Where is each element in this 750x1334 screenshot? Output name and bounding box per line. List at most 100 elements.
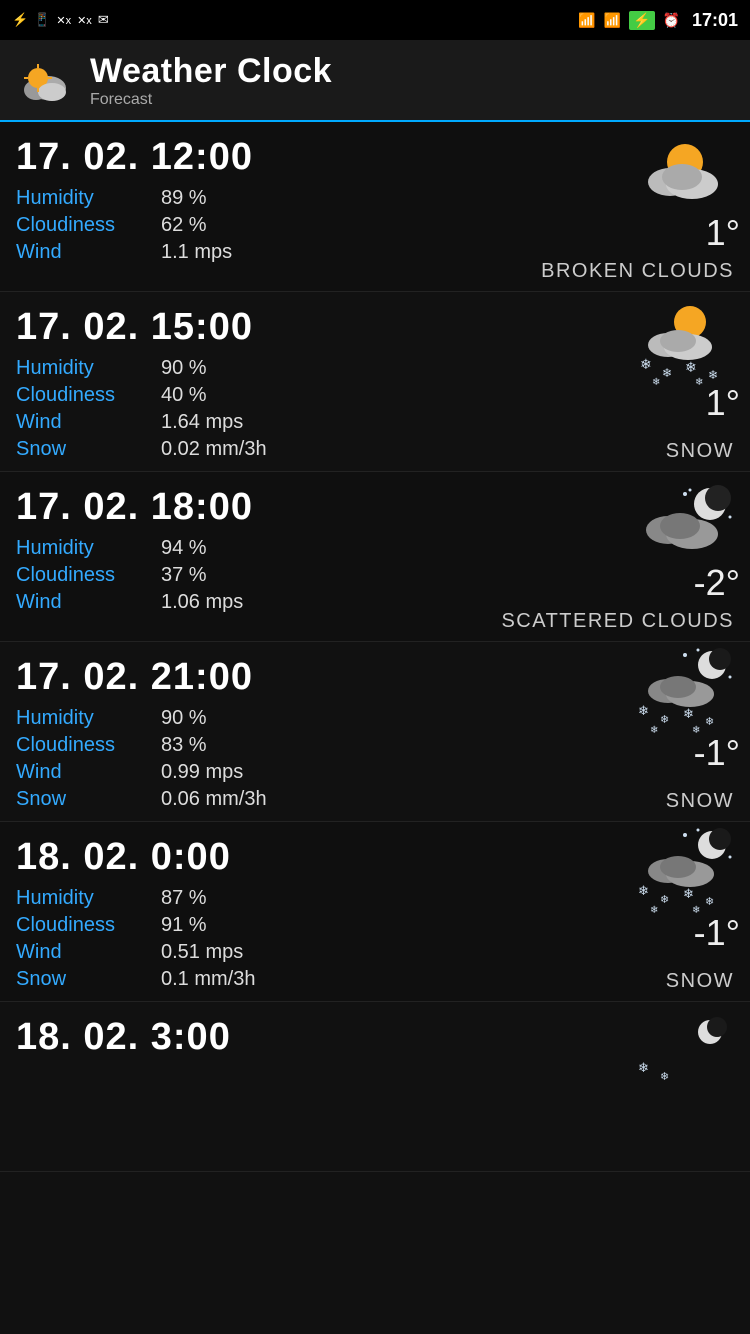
card-right: ❄ ❄ ❄ ❄ ❄ ❄ -1° xyxy=(630,832,740,954)
signal-x-icon-2: ✕x xyxy=(77,14,92,27)
snow-row: Snow 0.06 mm/3h xyxy=(16,788,734,811)
svg-text:❄: ❄ xyxy=(683,706,694,721)
wind-label: Wind xyxy=(16,411,161,434)
cloudiness-label: Cloudiness xyxy=(16,564,161,587)
signal-icon: 📶 xyxy=(604,12,621,29)
wind-row: Wind 0.51 mps xyxy=(16,941,734,964)
weather-description: SNOW xyxy=(666,790,734,813)
clock-time: 17:01 xyxy=(692,10,738,31)
snow-row: Snow 0.1 mm/3h xyxy=(16,968,734,991)
weather-icon: ❄ ❄ ❄ ❄ ❄ ❄ xyxy=(630,652,740,732)
card-right: ❄ ❄ xyxy=(630,1012,740,1092)
svg-text:❄: ❄ xyxy=(662,366,672,380)
cloudiness-value: 37 % xyxy=(161,564,207,587)
wind-value: 0.99 mps xyxy=(161,761,243,784)
wifi-icon: 📶 xyxy=(578,12,595,29)
weather-description: BROKEN CLOUDS xyxy=(541,260,734,283)
header-text-block: Weather Clock Forecast xyxy=(90,52,332,109)
weather-icon: ❄ ❄ ❄ ❄ ❄ ❄ xyxy=(630,302,740,382)
wind-value: 1.1 mps xyxy=(161,241,232,264)
app-logo xyxy=(16,50,76,110)
wind-label: Wind xyxy=(16,941,161,964)
weather-icon xyxy=(630,482,740,562)
card-temperature: -1° xyxy=(694,912,740,954)
forecast-card: 17. 02. 12:00 Humidity 89 % Cloudiness 6… xyxy=(0,122,750,292)
card-stats: Humidity 94 % Cloudiness 37 % Wind 1.06 … xyxy=(16,537,734,614)
signal-x-icon-1: ✕x xyxy=(56,14,71,27)
cloudiness-row: Cloudiness 83 % xyxy=(16,734,734,757)
svg-text:❄: ❄ xyxy=(708,368,718,382)
card-stats: Humidity 89 % Cloudiness 62 % Wind 1.1 m… xyxy=(16,187,734,264)
forecast-card: 18. 02. 0:00 Humidity 87 % Cloudiness 91… xyxy=(0,822,750,1002)
cloudiness-row: Cloudiness 40 % xyxy=(16,384,734,407)
wind-value: 1.64 mps xyxy=(161,411,243,434)
snow-label: Snow xyxy=(16,968,161,991)
card-datetime: 17. 02. 15:00 xyxy=(16,306,734,349)
humidity-row: Humidity 87 % xyxy=(16,887,734,910)
card-temperature: 1° xyxy=(706,212,740,254)
battery-icon: ⚡ xyxy=(629,11,654,30)
status-left-icons: ⚡ 📱 ✕x ✕x ✉ xyxy=(12,12,109,28)
forecast-card: 17. 02. 18:00 Humidity 94 % Cloudiness 3… xyxy=(0,472,750,642)
svg-text:❄: ❄ xyxy=(685,359,697,375)
humidity-label: Humidity xyxy=(16,357,161,380)
card-datetime: 18. 02. 3:00 xyxy=(16,1016,734,1059)
app-subtitle: Forecast xyxy=(90,91,332,109)
card-temperature: -2° xyxy=(694,562,740,604)
humidity-label: Humidity xyxy=(16,887,161,910)
card-right: ❄ ❄ ❄ ❄ ❄ ❄ -1° xyxy=(630,652,740,774)
card-temperature: -1° xyxy=(694,732,740,774)
cloudiness-row: Cloudiness 91 % xyxy=(16,914,734,937)
humidity-value: 89 % xyxy=(161,187,207,210)
cloudiness-row: Cloudiness 37 % xyxy=(16,564,734,587)
cloudiness-row: Cloudiness 62 % xyxy=(16,214,734,237)
card-right: 1° xyxy=(630,132,740,254)
usb-icon: ⚡ xyxy=(12,12,28,28)
sim-icon: 📱 xyxy=(34,12,50,28)
card-datetime: 17. 02. 12:00 xyxy=(16,136,734,179)
svg-text:❄: ❄ xyxy=(660,1071,669,1083)
weather-icon: ❄ ❄ ❄ ❄ ❄ ❄ xyxy=(630,832,740,912)
snow-label: Snow xyxy=(16,788,161,811)
svg-text:❄: ❄ xyxy=(638,1060,649,1075)
svg-text:❄: ❄ xyxy=(705,716,714,728)
card-stats: Humidity 87 % Cloudiness 91 % Wind 0.51 … xyxy=(16,887,734,991)
card-right: ❄ ❄ ❄ ❄ ❄ ❄ 1° xyxy=(630,302,740,424)
status-bar: ⚡ 📱 ✕x ✕x ✉ 📶 📶 ⚡ ⏰ 17:01 xyxy=(0,0,750,40)
weather-description: SCATTERED CLOUDS xyxy=(501,610,734,633)
status-right-icons: 📶 📶 ⚡ ⏰ 17:01 xyxy=(578,10,738,31)
cloudiness-label: Cloudiness xyxy=(16,214,161,237)
snow-value: 0.02 mm/3h xyxy=(161,438,267,461)
svg-text:❄: ❄ xyxy=(638,883,649,898)
svg-text:❄: ❄ xyxy=(650,905,658,916)
card-stats: Humidity 90 % Cloudiness 83 % Wind 0.99 … xyxy=(16,707,734,811)
svg-text:❄: ❄ xyxy=(660,714,669,726)
forecast-card: 17. 02. 15:00 Humidity 90 % Cloudiness 4… xyxy=(0,292,750,472)
humidity-label: Humidity xyxy=(16,707,161,730)
card-temperature: 1° xyxy=(706,382,740,424)
snow-row: Snow 0.02 mm/3h xyxy=(16,438,734,461)
humidity-value: 87 % xyxy=(161,887,207,910)
svg-text:❄: ❄ xyxy=(638,703,649,718)
svg-text:❄: ❄ xyxy=(705,896,714,908)
wind-row: Wind 1.64 mps xyxy=(16,411,734,434)
wind-row: Wind 0.99 mps xyxy=(16,761,734,784)
card-datetime: 17. 02. 21:00 xyxy=(16,656,734,699)
svg-text:❄: ❄ xyxy=(695,377,703,387)
forecast-list: 17. 02. 12:00 Humidity 89 % Cloudiness 6… xyxy=(0,122,750,1172)
weather-description: SNOW xyxy=(666,440,734,463)
weather-icon: ❄ ❄ xyxy=(630,1012,740,1092)
humidity-row: Humidity 90 % xyxy=(16,707,734,730)
humidity-value: 90 % xyxy=(161,707,207,730)
svg-text:❄: ❄ xyxy=(652,377,660,387)
alarm-icon: ⏰ xyxy=(663,12,680,29)
cloudiness-label: Cloudiness xyxy=(16,384,161,407)
card-datetime: 18. 02. 0:00 xyxy=(16,836,734,879)
humidity-value: 90 % xyxy=(161,357,207,380)
weather-description: SNOW xyxy=(666,970,734,993)
card-datetime: 17. 02. 18:00 xyxy=(16,486,734,529)
humidity-row: Humidity 94 % xyxy=(16,537,734,560)
wind-label: Wind xyxy=(16,241,161,264)
humidity-row: Humidity 89 % xyxy=(16,187,734,210)
svg-text:❄: ❄ xyxy=(683,886,694,901)
